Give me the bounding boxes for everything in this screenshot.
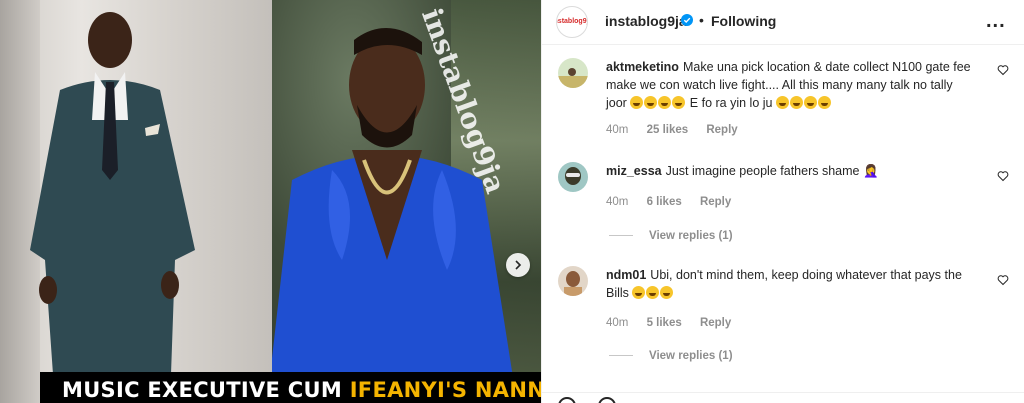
commenter-avatar[interactable] (558, 266, 588, 296)
comment-time: 40m (606, 196, 629, 208)
view-replies-label: View replies (1) (649, 230, 733, 242)
commenter-avatar[interactable] (558, 58, 588, 88)
laughing-emoji-group (629, 286, 674, 300)
action-bar (542, 392, 1024, 403)
photo-man-in-suit (0, 0, 272, 403)
comment-username[interactable]: aktmeketino (606, 60, 679, 74)
facepalm-emoji: 🤦‍♀️ (862, 164, 879, 178)
man-in-suit-figure (30, 12, 195, 403)
laughing-emoji (644, 96, 658, 109)
post-media[interactable]: instablog9ja MUSIC EXECUTIVE CUM IFEANYI… (0, 0, 541, 403)
laughing-emoji (817, 96, 831, 109)
caption-highlight: IFEANYI'S NANNY, (349, 378, 541, 402)
view-replies-line (609, 355, 633, 357)
comment-body-continued: E fo ra yin lo ju (686, 96, 773, 110)
reply-button[interactable]: Reply (700, 196, 731, 208)
comment-likes[interactable]: 5 likes (647, 317, 682, 329)
laughing-emoji (775, 96, 789, 109)
laughing-emoji (672, 96, 686, 109)
photo-man-in-blue-shirt (272, 0, 541, 403)
comment-likes[interactable]: 25 likes (647, 124, 689, 136)
comment-username[interactable]: miz_essa (606, 164, 662, 178)
comment-icon[interactable] (598, 397, 616, 403)
laughing-emoji (789, 96, 803, 109)
chevron-right-icon (515, 260, 522, 270)
following-button[interactable]: Following (711, 13, 776, 29)
comment-likes[interactable]: 6 likes (647, 196, 682, 208)
reply-button[interactable]: Reply (700, 317, 731, 329)
laughing-emoji (658, 96, 672, 109)
laughing-emoji (646, 286, 660, 299)
laughing-emoji-group (627, 96, 686, 110)
author-username[interactable]: instablog9ja (605, 13, 687, 29)
view-replies-button[interactable]: View replies (1) (609, 350, 733, 362)
laughing-emoji (660, 286, 674, 299)
comment-meta: 40m 6 likes Reply (606, 196, 746, 208)
author-avatar-logo: instablog9ja (557, 18, 587, 25)
comment-time: 40m (606, 124, 629, 136)
verified-badge-icon (681, 14, 693, 26)
author-avatar[interactable]: instablog9ja (556, 6, 588, 38)
media-caption: MUSIC EXECUTIVE CUM IFEANYI'S NANNY, (62, 378, 541, 402)
reply-button[interactable]: Reply (706, 124, 737, 136)
laughing-emoji (630, 96, 644, 109)
like-heart-icon[interactable] (997, 170, 1009, 182)
like-icon[interactable] (558, 397, 576, 403)
view-replies-line (609, 235, 633, 237)
separator-dot: • (699, 12, 704, 28)
comment-text: ndm01 Ubi, don't mind them, keep doing wh… (606, 266, 976, 302)
comment-time: 40m (606, 317, 629, 329)
comment-text: aktmeketino Make una pick location & date… (606, 58, 976, 112)
laughing-emoji-group (772, 96, 831, 110)
man-in-blue-shirt-figure (272, 27, 517, 403)
laughing-emoji (632, 286, 646, 299)
next-slide-button[interactable] (506, 253, 530, 277)
post-header: instablog9ja instablog9ja • Following ..… (542, 0, 1024, 45)
more-options-icon[interactable]: ... (986, 10, 1006, 33)
commenter-avatar[interactable] (558, 162, 588, 192)
comment-meta: 40m 25 likes Reply (606, 124, 753, 136)
caption-text: MUSIC EXECUTIVE CUM (62, 378, 350, 402)
comment-text: miz_essa Just imagine people fathers sham… (606, 162, 976, 180)
like-heart-icon[interactable] (997, 274, 1009, 286)
like-heart-icon[interactable] (997, 64, 1009, 76)
view-replies-label: View replies (1) (649, 350, 733, 362)
comment-body: Just imagine people fathers shame (665, 164, 860, 178)
comment-username[interactable]: ndm01 (606, 268, 646, 282)
comment-meta: 40m 5 likes Reply (606, 317, 746, 329)
post-sidebar: instablog9ja instablog9ja • Following ..… (541, 0, 1024, 403)
view-replies-button[interactable]: View replies (1) (609, 230, 733, 242)
laughing-emoji (803, 96, 817, 109)
